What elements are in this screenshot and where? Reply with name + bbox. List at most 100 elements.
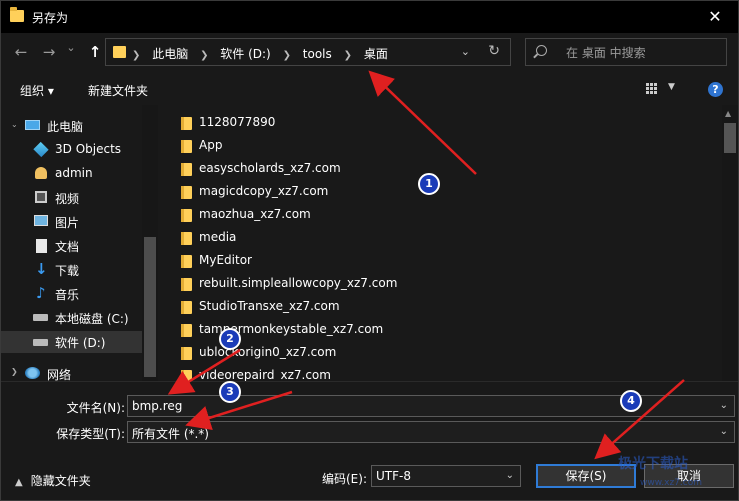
breadcrumb-item[interactable]: tools	[303, 47, 332, 61]
list-item[interactable]: maozhua_xz7.com	[175, 204, 475, 226]
chevron-down-icon[interactable]: ⌄	[11, 120, 18, 129]
sidebar-item-label: 图片	[55, 216, 80, 230]
new-folder-button[interactable]: 新建文件夹	[88, 82, 148, 99]
list-item[interactable]: rebuilt.simpleallowcopy_xz7.com	[175, 273, 475, 295]
file-list-scrollbar[interactable]: ▲	[722, 105, 738, 381]
list-item[interactable]: MyEditor	[175, 250, 475, 272]
sidebar-item-label: 3D Objects	[55, 142, 122, 156]
sidebar-item-label: 本地磁盘 (C:)	[55, 312, 129, 326]
watermark-url: www.xz7.com	[640, 478, 702, 488]
sidebar-item-music[interactable]: ♪ 音乐	[1, 283, 142, 305]
command-bar: 组织 ▾ 新建文件夹 ▼ ?	[1, 73, 738, 105]
drive-icon	[33, 314, 48, 321]
forward-arrow-icon[interactable]: →	[39, 43, 59, 61]
file-name: App	[199, 138, 223, 152]
file-name: easyscholards_xz7.com	[199, 161, 341, 175]
sidebar-item-network[interactable]: ❯ 网络	[1, 363, 142, 381]
breadcrumb: ❯ 此电脑 ❯ 软件 (D:) ❯ tools ❯ 桌面	[132, 45, 388, 62]
chevron-down-icon[interactable]: ⌄	[720, 400, 728, 411]
chevron-down-icon[interactable]: ⌄	[506, 470, 514, 481]
chevron-right-icon[interactable]: ❯	[11, 367, 18, 376]
sidebar-item-admin[interactable]: admin	[1, 163, 142, 185]
chevron-up-icon: ▲	[15, 477, 23, 488]
scrollbar-thumb[interactable]	[144, 237, 156, 377]
breadcrumb-item[interactable]: 桌面	[364, 45, 388, 62]
filename-field[interactable]: bmp.reg ⌄	[127, 395, 735, 417]
chevron-down-icon[interactable]: ⌄	[720, 426, 728, 437]
annotation-badge-1: 1	[418, 173, 440, 195]
encoding-select[interactable]: UTF-8 ⌄	[371, 465, 521, 487]
encoding-value: UTF-8	[376, 469, 411, 483]
annotation-badge-2: 2	[219, 328, 241, 350]
title-bar: 另存为 ✕	[1, 1, 738, 33]
refresh-icon[interactable]: ↻	[488, 43, 500, 59]
chevron-right-icon: ❯	[282, 50, 291, 61]
folder-icon	[181, 278, 192, 291]
picture-icon	[34, 215, 48, 226]
sidebar-item-local-disk-c[interactable]: 本地磁盘 (C:)	[1, 307, 142, 329]
sidebar-item-downloads[interactable]: ↓ 下载	[1, 259, 142, 281]
recent-locations-dropdown[interactable]: ⌄	[61, 41, 81, 54]
encoding-label: 编码(E):	[322, 472, 367, 486]
up-arrow-icon[interactable]: ↑	[85, 43, 105, 61]
sidebar-item-pictures[interactable]: 图片	[1, 211, 142, 233]
folder-icon	[181, 186, 192, 199]
filename-label: 文件名(N):	[66, 401, 125, 415]
search-icon	[536, 45, 547, 56]
computer-icon	[25, 120, 40, 130]
sidebar-scrollbar[interactable]	[142, 105, 158, 381]
folder-icon	[181, 163, 192, 176]
sidebar-item-label: admin	[55, 166, 93, 180]
help-icon[interactable]: ?	[708, 82, 723, 97]
watermark-text: 极光下载站	[618, 456, 688, 472]
sidebar-item-label: 音乐	[55, 288, 80, 302]
filename-value[interactable]: bmp.reg	[132, 399, 182, 413]
video-icon	[35, 191, 47, 203]
list-item[interactable]: 1128077890	[175, 112, 475, 134]
breadcrumb-item[interactable]: 软件 (D:)	[220, 45, 270, 62]
sidebar-item-3d-objects[interactable]: 3D Objects	[1, 139, 142, 161]
download-icon: ↓	[35, 260, 48, 278]
folder-icon	[10, 7, 24, 22]
search-box[interactable]	[525, 38, 727, 66]
list-item[interactable]: videorepaird_xz7.com	[175, 365, 475, 381]
scroll-up-icon[interactable]: ▲	[725, 109, 731, 118]
folder-icon	[181, 301, 192, 314]
close-button[interactable]: ✕	[692, 1, 738, 33]
folder-icon	[181, 324, 192, 337]
sidebar-item-label: 下载	[55, 264, 80, 278]
hide-folders-toggle[interactable]: ▲ 隐藏文件夹	[15, 472, 91, 489]
chevron-down-icon[interactable]: ⌄	[461, 45, 470, 58]
address-bar[interactable]: ❯ 此电脑 ❯ 软件 (D:) ❯ tools ❯ 桌面 ⌄ ↻	[105, 38, 511, 66]
network-icon	[25, 367, 40, 379]
back-arrow-icon[interactable]: ←	[11, 43, 31, 61]
folder-icon	[181, 347, 192, 360]
file-name: media	[199, 230, 237, 244]
hide-folders-label: 隐藏文件夹	[30, 474, 91, 488]
breadcrumb-item[interactable]: 此电脑	[152, 45, 188, 62]
organize-button[interactable]: 组织 ▾	[20, 82, 54, 99]
document-icon	[36, 239, 47, 253]
filetype-value: 所有文件 (*.*)	[132, 427, 209, 441]
navigation-bar: ← → ⌄ ↑ ❯ 此电脑 ❯ 软件 (D:) ❯ tools ❯ 桌面 ⌄ ↻	[1, 33, 738, 73]
sidebar-item-label: 软件 (D:)	[55, 336, 106, 350]
caret-down-icon[interactable]: ▼	[668, 82, 675, 92]
sidebar-item-this-pc[interactable]: ⌄ 此电脑	[1, 115, 142, 137]
file-name: maozhua_xz7.com	[199, 207, 311, 221]
scrollbar-thumb[interactable]	[724, 123, 736, 153]
annotation-badge-4: 4	[620, 390, 642, 412]
file-name: rebuilt.simpleallowcopy_xz7.com	[199, 276, 398, 290]
sidebar-item-documents[interactable]: 文档	[1, 235, 142, 257]
filetype-select[interactable]: 所有文件 (*.*) ⌄	[127, 421, 735, 443]
view-grid-icon[interactable]	[646, 83, 658, 95]
sidebar-item-videos[interactable]: 视频	[1, 187, 142, 209]
list-item[interactable]: media	[175, 227, 475, 249]
folder-icon	[181, 232, 192, 245]
folder-icon	[181, 370, 192, 381]
list-item[interactable]: StudioTransxe_xz7.com	[175, 296, 475, 318]
chevron-right-icon: ❯	[132, 50, 141, 61]
search-input[interactable]	[564, 44, 718, 62]
file-name: StudioTransxe_xz7.com	[199, 299, 340, 313]
sidebar-item-software-d[interactable]: 软件 (D:)	[1, 331, 142, 353]
list-item[interactable]: App	[175, 135, 475, 157]
